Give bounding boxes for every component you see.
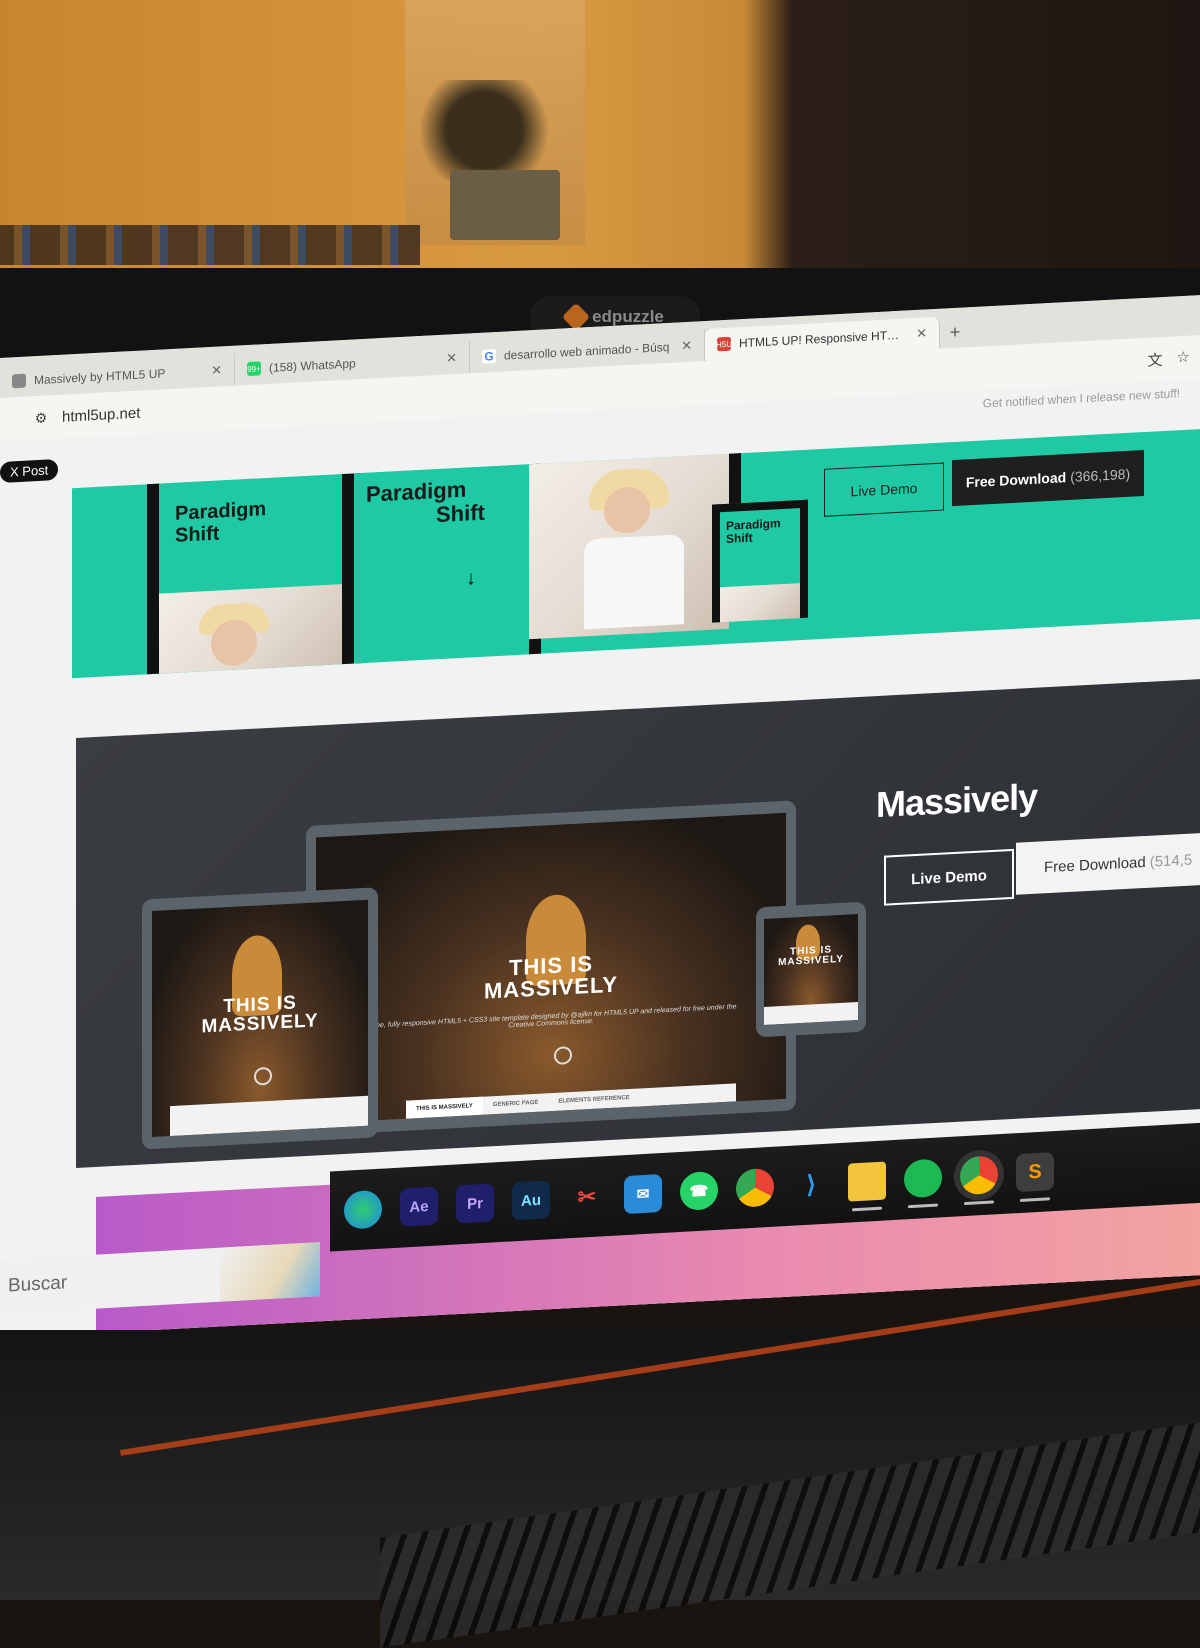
file-explorer-icon[interactable] (848, 1161, 886, 1202)
massively-free-download-button[interactable]: Free Download (514,5 (1016, 832, 1200, 895)
tab-title: Massively by HTML5 UP (34, 366, 166, 388)
nav-item: ELEMENTS REFERENCE (558, 1094, 630, 1105)
paradigm-title-line2: Shift (726, 530, 753, 547)
paradigm-phone-preview: Paradigm Shift (712, 499, 808, 623)
plant-pot (450, 170, 560, 240)
sublime-icon[interactable]: S (1016, 1152, 1054, 1193)
laptop-keyboard-deck (0, 1277, 1200, 1648)
tab-title: desarrollo web animado - Búsq (504, 339, 670, 363)
paradigm-live-demo-button[interactable]: Live Demo (824, 462, 944, 517)
google-icon: G (482, 349, 496, 364)
paradigm-tablet-preview: Paradigm Shift (147, 472, 366, 675)
paradigm-photo (159, 583, 354, 674)
download-count: (514,5 (1149, 851, 1193, 871)
massively-title: Massively (876, 775, 1038, 826)
play-icon (254, 1066, 272, 1086)
taskbar-apps: Ae Pr Au ✂ ✉ ☎ ⟩ S (330, 1122, 1200, 1252)
search-highlight-icon (220, 1242, 320, 1302)
premiere-icon[interactable]: Pr (456, 1183, 494, 1224)
snipping-tool-icon[interactable]: ✂ (568, 1177, 606, 1217)
play-icon (554, 1046, 572, 1065)
nav-item: GENERIC PAGE (492, 1099, 539, 1109)
tab-title: HTML5 UP! Responsive HTML5 (739, 327, 909, 351)
paradigm-title-line2: Shift (175, 522, 220, 547)
address-bar[interactable]: html5up.net (62, 404, 140, 425)
massively-card[interactable]: THIS IS MASSIVELY A free, fully responsi… (76, 678, 1200, 1169)
keyboard-vents (380, 1422, 1200, 1648)
close-icon[interactable]: ✕ (916, 325, 927, 342)
html5up-icon (12, 373, 26, 389)
edge-icon[interactable] (344, 1189, 382, 1230)
x-post-button[interactable]: X Post (0, 458, 59, 483)
after-effects-icon[interactable]: Ae (400, 1186, 438, 1227)
massively-live-demo-button[interactable]: Live Demo (884, 848, 1014, 906)
massively-nav: THIS IS MASSIVELY GENERIC PAGE ELEMENTS … (406, 1083, 736, 1119)
site-info-icon[interactable]: ⚙ (30, 406, 52, 429)
notify-link[interactable]: Get notified when I release new stuff! (983, 386, 1180, 410)
chrome-icon[interactable] (736, 1167, 774, 1208)
hanging-plant (420, 80, 580, 180)
arrow-down-icon: ↓ (466, 567, 476, 590)
translate-icon[interactable]: 文 (1148, 349, 1163, 371)
massively-phone-preview: THIS IS MASSIVELY (756, 901, 866, 1038)
room-background (0, 0, 1200, 280)
tab-title: (158) WhatsApp (269, 356, 356, 375)
massively-subtitle: A free, fully responsive HTML5 + CSS3 si… (365, 1003, 737, 1030)
download-label: Free Download (965, 469, 1067, 491)
paradigm-tablet-preview-2: Paradigm Shift ↓ (342, 463, 541, 665)
mail-icon[interactable]: ✉ (624, 1173, 662, 1215)
spotify-icon[interactable] (904, 1158, 942, 1199)
audition-icon[interactable]: Au (512, 1180, 550, 1221)
bookmark-star-icon[interactable]: ☆ (1177, 347, 1190, 369)
paradigm-model-photo (529, 453, 729, 640)
paradigm-free-download-button[interactable]: Free Download (366,198) (952, 450, 1144, 507)
paradigm-shift-card[interactable]: Paradigm Shift Paradigm Shift ↓ Paradigm… (72, 429, 1200, 679)
whatsapp-icon: 99+ (247, 361, 261, 377)
download-count: (366,198) (1070, 465, 1131, 485)
massively-desktop-preview: THIS IS MASSIVELY A free, fully responsi… (306, 800, 796, 1136)
massively-headline-line2: MASSIVELY (778, 953, 844, 969)
nav-item: THIS IS MASSIVELY (406, 1096, 483, 1119)
new-tab-button[interactable]: + (940, 315, 970, 349)
massively-tablet-preview: THIS IS MASSIVELY (142, 887, 378, 1150)
search-placeholder: Buscar (8, 1272, 68, 1297)
close-icon[interactable]: ✕ (211, 362, 222, 379)
whatsapp-icon[interactable]: ☎ (680, 1170, 718, 1211)
vscode-icon[interactable]: ⟩ (792, 1165, 830, 1205)
html5up-icon: H5U (716, 336, 732, 352)
bookshelf (0, 225, 420, 265)
close-icon[interactable]: ✕ (446, 350, 457, 367)
chrome-active-icon[interactable] (960, 1155, 998, 1196)
close-icon[interactable]: ✕ (681, 338, 692, 355)
download-label: Free Download (1044, 853, 1146, 876)
